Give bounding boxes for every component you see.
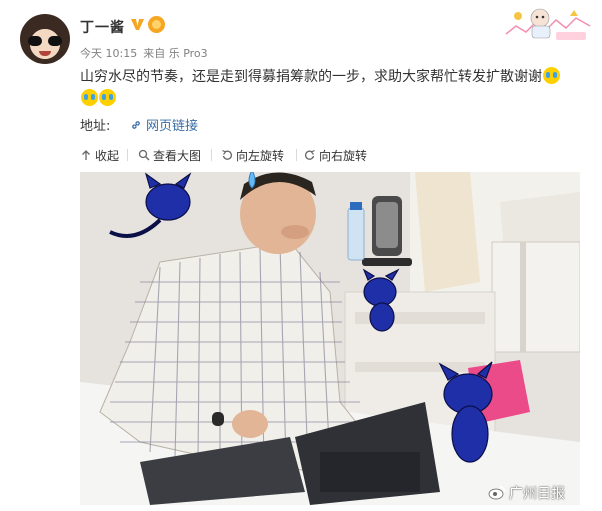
web-link[interactable]: 网页链接 <box>130 115 198 134</box>
crying-emoji-icon <box>99 89 116 106</box>
collapse-arrow-icon <box>82 150 90 160</box>
toolbar-divider <box>296 149 297 161</box>
collapse-button[interactable]: 收起 <box>80 147 119 164</box>
toolbar-divider <box>211 149 212 161</box>
post-time[interactable]: 今天 10:15 <box>80 47 137 60</box>
crying-emoji-icon <box>81 89 98 106</box>
post-text: 山穷水尽的节奏，还是走到得募捐筹款的一步，求助大家帮忙转发扩散谢谢 <box>80 66 580 110</box>
toolbar-divider <box>127 149 128 161</box>
link-icon <box>132 121 140 129</box>
rotate-left-label[interactable]: 向左旋转 <box>236 149 284 163</box>
crying-emoji-icon <box>543 67 560 84</box>
medal-icon[interactable] <box>148 16 165 33</box>
view-large-label[interactable]: 查看大图 <box>153 149 201 163</box>
avatar-glasses <box>28 36 62 46</box>
avatar-mouth <box>39 51 51 56</box>
post-text-content: 山穷水尽的节奏，还是走到得募捐筹款的一步，求助大家帮忙转发扩散谢谢 <box>80 69 542 85</box>
corner-decoration-illustration <box>505 8 591 40</box>
verified-v-icon <box>131 19 144 30</box>
address-label: 地址: <box>80 119 111 134</box>
rotate-right-icon <box>304 149 315 160</box>
view-large-button[interactable]: 查看大图 <box>138 147 201 164</box>
username[interactable]: 丁一酱 <box>80 17 125 37</box>
weibo-logo-icon <box>488 486 506 500</box>
rotate-right-label[interactable]: 向右旋转 <box>319 149 367 163</box>
web-link-label[interactable]: 网页链接 <box>146 119 198 134</box>
post-photo[interactable] <box>80 172 580 505</box>
magnifier-icon <box>138 149 150 161</box>
weibo-post-card: 丁一酱 今天 10:15 来自 乐 Pro3 山穷水尽的节奏，还是走到得募捐筹款的… <box>0 0 602 511</box>
address-row: 地址: 网页链接 <box>80 115 198 134</box>
rotate-left-icon <box>222 149 233 160</box>
post-meta: 今天 10:15 来自 乐 Pro3 <box>80 45 214 61</box>
rotate-right-button[interactable]: 向右旋转 <box>304 147 367 164</box>
user-avatar[interactable] <box>20 14 70 64</box>
watermark-text: 广州日报 <box>509 486 565 502</box>
rotate-left-button[interactable]: 向左旋转 <box>221 147 284 164</box>
watermark: 广州日报 <box>488 483 565 503</box>
collapse-label[interactable]: 收起 <box>95 149 119 163</box>
post-source: 来自 乐 Pro3 <box>143 47 208 60</box>
